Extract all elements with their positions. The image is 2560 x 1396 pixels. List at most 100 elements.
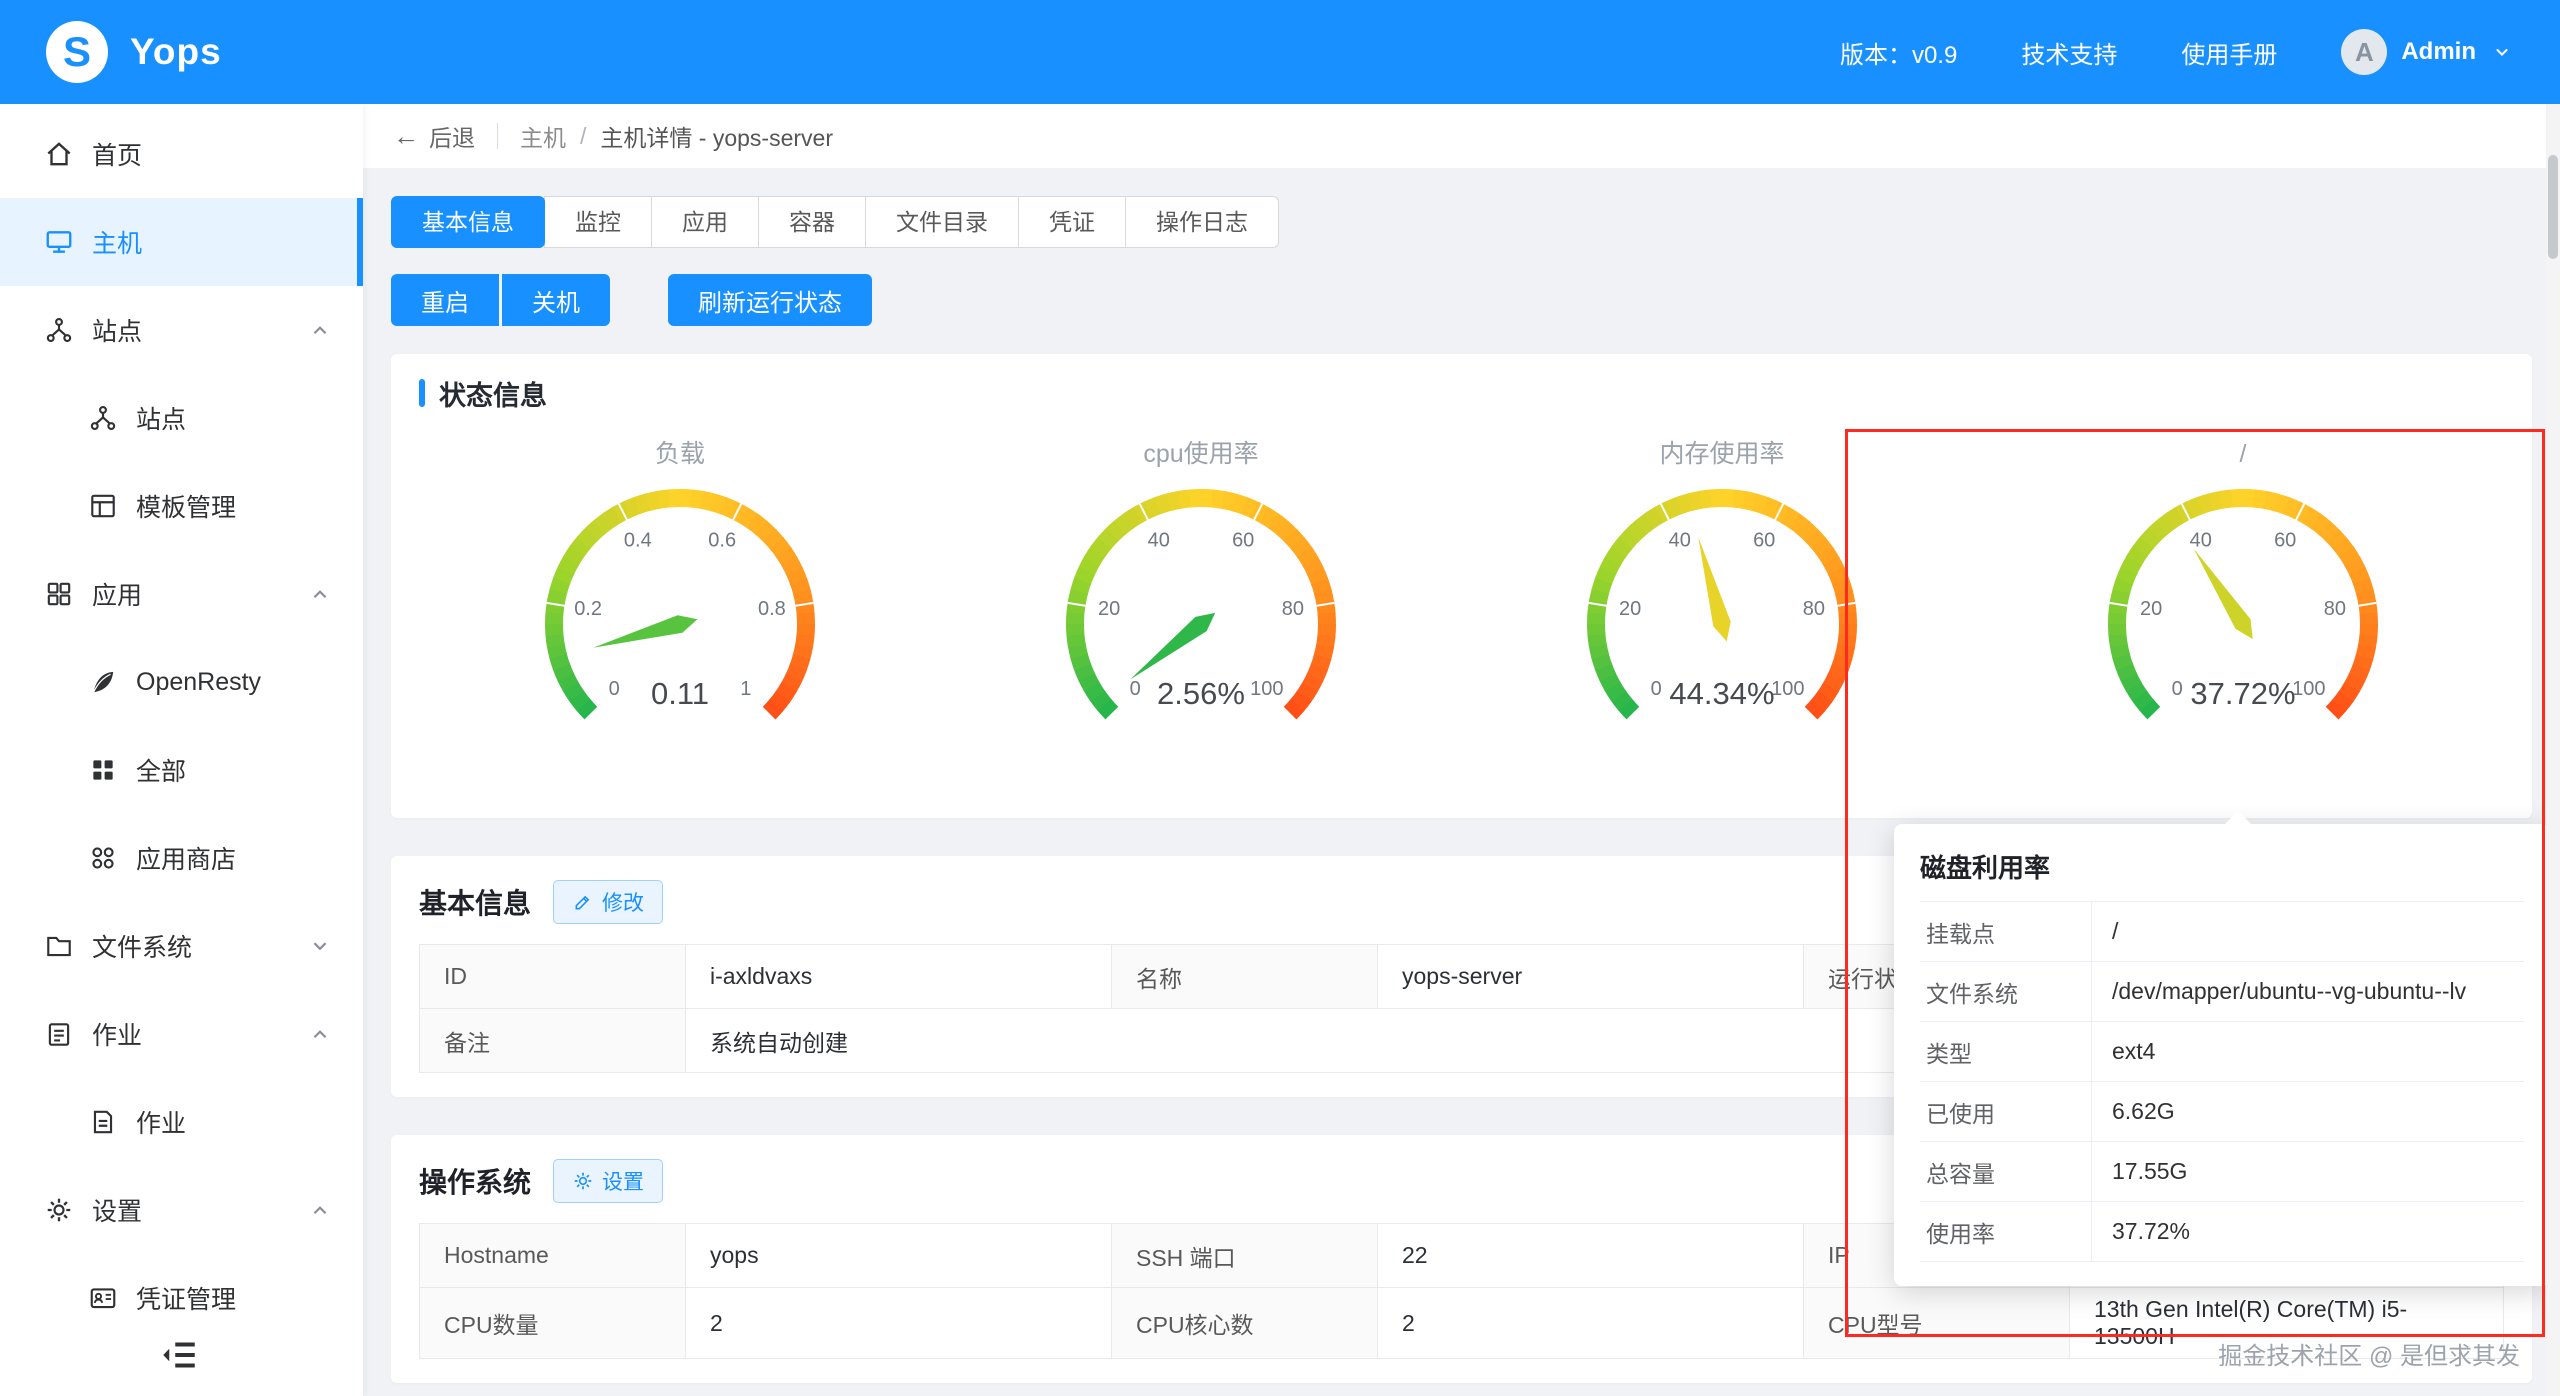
os-settings-button-label: 设置 (602, 1166, 644, 1196)
sidebar-item-filesystem[interactable]: 文件系统 (0, 902, 363, 990)
svg-text:100: 100 (2292, 678, 2325, 700)
app-title: Yops (130, 31, 222, 73)
tooltip-label: 总容量 (1920, 1142, 2092, 1201)
svg-text:0.6: 0.6 (708, 529, 736, 551)
shutdown-button[interactable]: 关机 (502, 274, 610, 326)
sidebar-item-home[interactable]: 首页 (0, 110, 363, 198)
svg-text:2.56%: 2.56% (1157, 676, 1245, 711)
user-menu[interactable]: A Admin (2341, 29, 2514, 75)
version-label: 版本：v0.9 (1840, 35, 1957, 70)
chevron-up-icon (307, 581, 333, 607)
sidebar-item-site-group[interactable]: 站点 (0, 286, 363, 374)
section-marker (419, 379, 425, 407)
field-label: SSH 端口 (1112, 1224, 1378, 1288)
status-card: 状态信息 00.20.40.60.81负载0.11020406080100cpu… (391, 354, 2532, 818)
chevron-down-icon (2490, 40, 2514, 64)
tooltip-value: 37.72% (2092, 1202, 2524, 1261)
back-button[interactable]: ← 后退 (393, 119, 475, 153)
sidebar-item-host[interactable]: 主机 (0, 198, 363, 286)
edit-button-label: 修改 (602, 887, 644, 917)
svg-text:1: 1 (740, 678, 751, 700)
svg-text:80: 80 (1282, 598, 1304, 620)
scrollbar-thumb[interactable] (2548, 155, 2558, 259)
gauge-slot-load: 00.20.40.60.81负载0.11 (419, 424, 940, 754)
action-buttons: 重启 关机 刷新运行状态 (391, 274, 2532, 326)
svg-text:80: 80 (2324, 598, 2346, 620)
svg-text:60: 60 (1232, 529, 1254, 551)
svg-text:cpu使用率: cpu使用率 (1143, 440, 1258, 468)
tooltip-value: /dev/mapper/ubuntu--vg-ubuntu--lv (2092, 962, 2524, 1021)
watermark: 掘金技术社区 @ 是但求其发 (2218, 1336, 2520, 1371)
collapse-sidebar-button[interactable] (158, 1334, 200, 1376)
gauge-row: 00.20.40.60.81负载0.11020406080100cpu使用率2.… (419, 424, 2504, 754)
field-value: yops-server (1378, 945, 1804, 1009)
sidebar-item-openresty[interactable]: OpenResty (0, 638, 363, 726)
sidebar-item-apps-group[interactable]: 应用 (0, 550, 363, 638)
tab-files[interactable]: 文件目录 (865, 196, 1019, 248)
tooltip-label: 已使用 (1920, 1082, 2092, 1141)
restart-button[interactable]: 重启 (391, 274, 499, 326)
support-link[interactable]: 技术支持 (2021, 35, 2117, 70)
os-settings-button[interactable]: 设置 (553, 1159, 663, 1203)
svg-text:20: 20 (2140, 598, 2162, 620)
field-value: 22 (1378, 1224, 1804, 1288)
tooltip-row: 总容量17.55G (1920, 1142, 2524, 1202)
svg-text:0: 0 (1651, 678, 1662, 700)
tooltip-label: 使用率 (1920, 1202, 2092, 1261)
sidebar-item-template-mgmt[interactable]: 模板管理 (0, 462, 363, 550)
tab-credentials[interactable]: 凭证 (1018, 196, 1126, 248)
tooltip-title: 磁盘利用率 (1920, 848, 2524, 885)
svg-text:100: 100 (1771, 678, 1804, 700)
refresh-status-button[interactable]: 刷新运行状态 (668, 274, 872, 326)
grid-icon (88, 755, 118, 785)
gauge-chart-load: 00.20.40.60.81负载0.11 (470, 424, 890, 754)
tab-logs[interactable]: 操作日志 (1125, 196, 1279, 248)
edit-button[interactable]: 修改 (553, 880, 663, 924)
sidebar-item-job[interactable]: 作业 (0, 1078, 363, 1166)
svg-text:20: 20 (1619, 598, 1641, 620)
sidebar-item-settings-group[interactable]: 设置 (0, 1166, 363, 1254)
sidebar-item-label: 文件系统 (92, 928, 192, 964)
header-right: 版本：v0.9 技术支持 使用手册 A Admin (1840, 29, 2514, 75)
app-store-icon (88, 843, 118, 873)
chevron-up-icon (307, 1021, 333, 1047)
sidebar-item-all-apps[interactable]: 全部 (0, 726, 363, 814)
svg-text:40: 40 (1148, 529, 1170, 551)
tooltip-row: 文件系统/dev/mapper/ubuntu--vg-ubuntu--lv (1920, 962, 2524, 1022)
os-info-title: 操作系统 (419, 1161, 531, 1201)
tab-basic[interactable]: 基本信息 (391, 196, 545, 248)
tab-monitor[interactable]: 监控 (544, 196, 652, 248)
tooltip-row: 使用率37.72% (1920, 1202, 2524, 1262)
sidebar-item-jobs-group[interactable]: 作业 (0, 990, 363, 1078)
sidebar-item-label: 首页 (92, 136, 142, 172)
tab-app[interactable]: 应用 (651, 196, 759, 248)
chevron-down-icon (307, 933, 333, 959)
manual-link[interactable]: 使用手册 (2181, 35, 2277, 70)
svg-text:60: 60 (1753, 529, 1775, 551)
sidebar-item-app-store[interactable]: 应用商店 (0, 814, 363, 902)
svg-text:0.8: 0.8 (758, 598, 786, 620)
sidebar-menu: 首页主机站点站点模板管理应用OpenResty全部应用商店文件系统作业作业设置凭… (0, 104, 363, 1342)
field-label: CPU数量 (420, 1288, 686, 1359)
scrollbar-track (2546, 104, 2560, 1396)
breadcrumb-separator: / (580, 123, 586, 150)
svg-text:60: 60 (2274, 529, 2296, 551)
tooltip-label: 文件系统 (1920, 962, 2092, 1021)
sidebar-item-label: 作业 (92, 1016, 142, 1052)
breadcrumb-root[interactable]: 主机 (520, 119, 566, 153)
sidebar-item-label: 应用 (92, 576, 142, 612)
svg-text:20: 20 (1098, 598, 1120, 620)
svg-text:0.4: 0.4 (624, 529, 652, 551)
svg-text:80: 80 (1803, 598, 1825, 620)
host-icon (44, 227, 74, 257)
job-doc-icon (88, 1107, 118, 1137)
sidebar-item-credential-mgmt[interactable]: 凭证管理 (0, 1254, 363, 1342)
chevron-up-icon (307, 317, 333, 343)
section-title-text: 状态信息 (439, 374, 547, 413)
field-value: 2 (1378, 1288, 1804, 1359)
svg-text:0: 0 (1130, 678, 1141, 700)
sidebar-item-label: OpenResty (136, 668, 261, 697)
tab-container[interactable]: 容器 (758, 196, 866, 248)
gauge-chart-memory: 020406080100内存使用率44.34% (1512, 424, 1932, 754)
sidebar-item-site[interactable]: 站点 (0, 374, 363, 462)
